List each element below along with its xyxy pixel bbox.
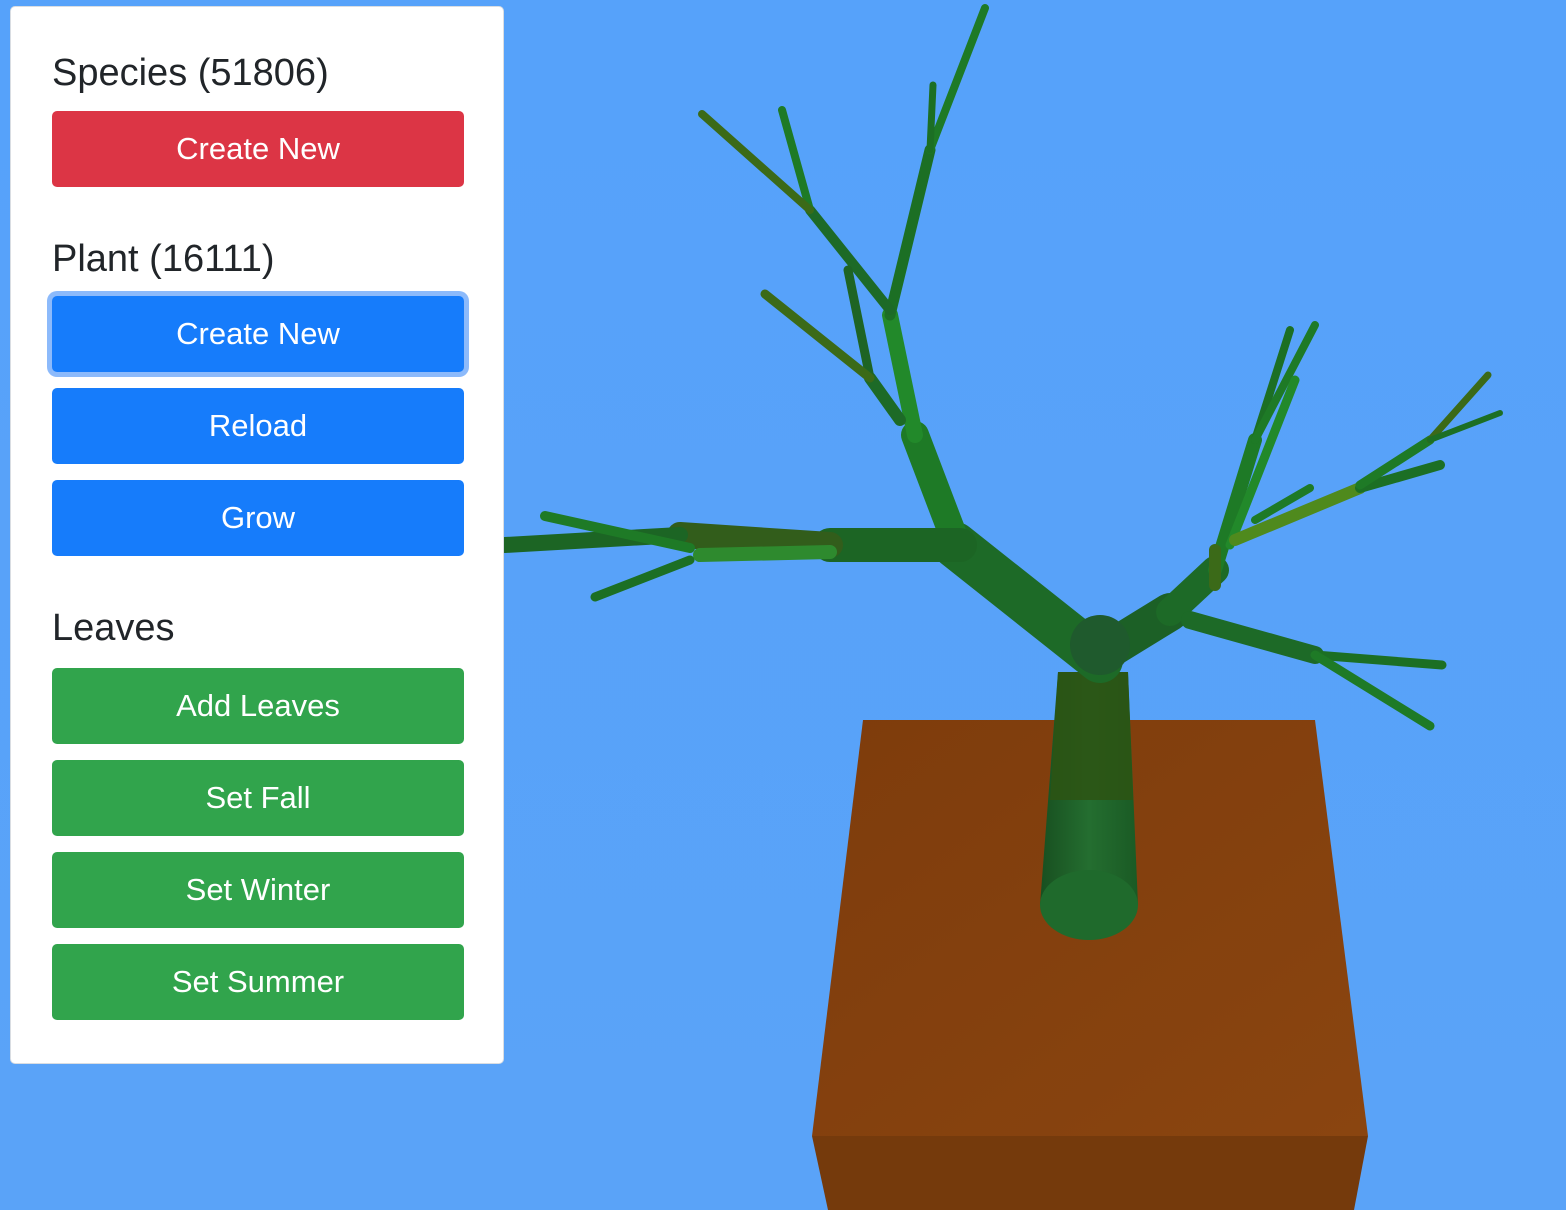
set-summer-button[interactable]: Set Summer [52, 943, 464, 1020]
viewport: Species (51806) Create New Plant (16111)… [0, 0, 1566, 1210]
set-fall-button[interactable]: Set Fall [52, 759, 464, 836]
create-species-button[interactable]: Create New [52, 110, 464, 187]
create-plant-button[interactable]: Create New [52, 296, 464, 373]
grow-button[interactable]: Grow [52, 480, 464, 557]
control-panel: Species (51806) Create New Plant (16111)… [10, 6, 504, 1064]
reload-button[interactable]: Reload [52, 388, 464, 465]
plant-title: Plant (16111) [52, 237, 275, 280]
species-title: Species (51806) [52, 52, 329, 94]
add-leaves-button[interactable]: Add Leaves [52, 667, 464, 744]
set-winter-button[interactable]: Set Winter [52, 851, 464, 928]
leaves-title: Leaves [52, 607, 175, 650]
